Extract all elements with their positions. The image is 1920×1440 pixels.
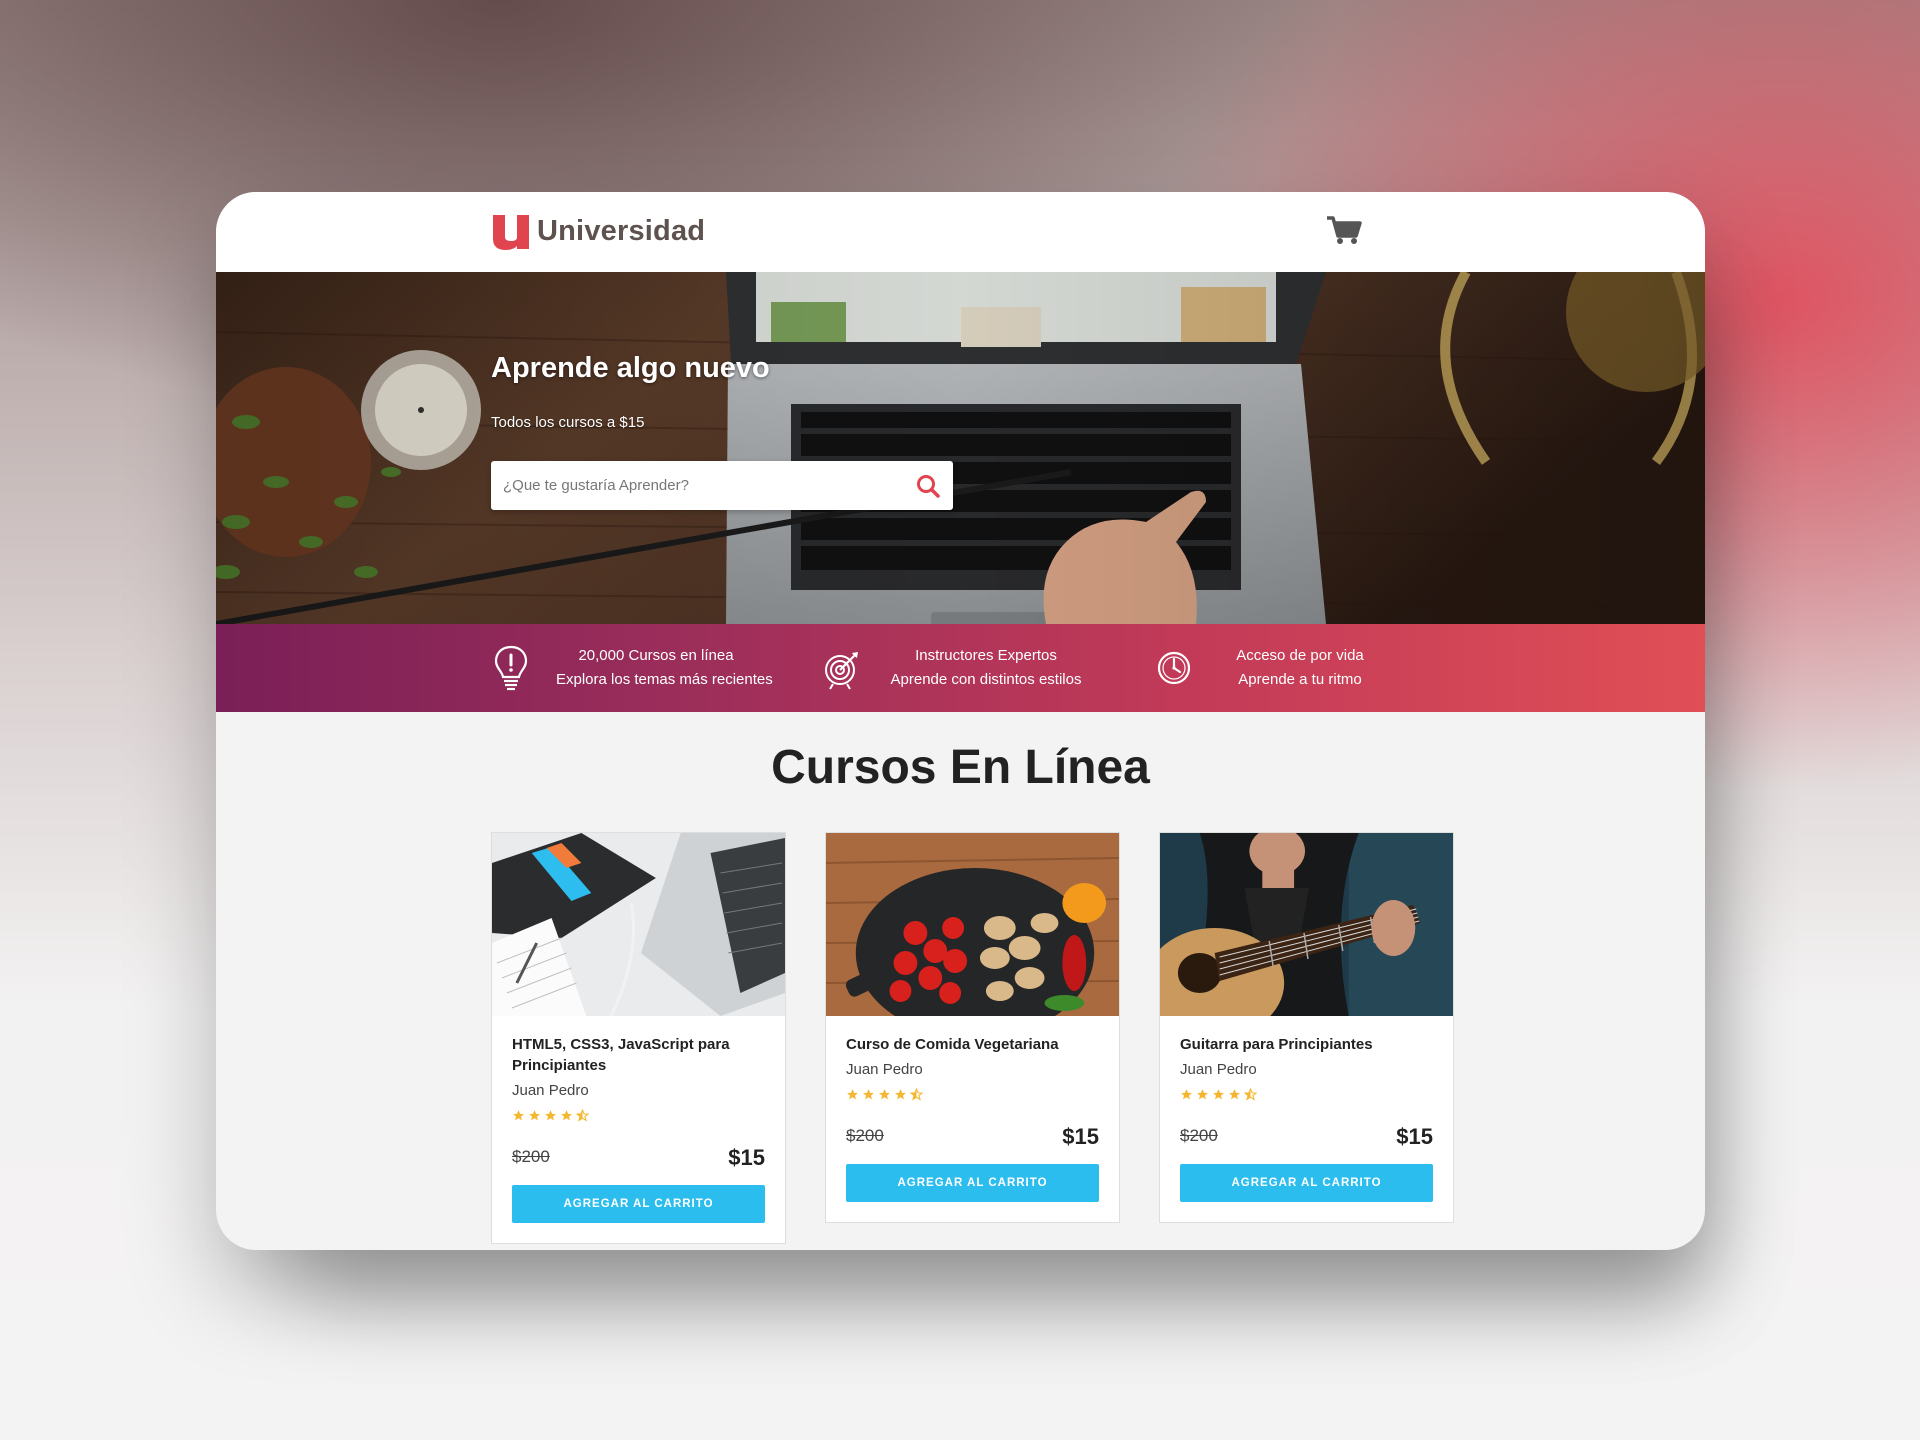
lightbulb-icon	[494, 645, 528, 691]
cart-icon	[1327, 216, 1362, 244]
course-title[interactable]: Curso de Comida Vegetariana	[846, 1034, 1099, 1055]
price: $15	[1062, 1124, 1099, 1149]
site-header: Universidad	[216, 192, 1705, 272]
old-price: $200	[846, 1126, 884, 1145]
search-box	[491, 461, 953, 510]
star-icon	[863, 1089, 874, 1100]
course-card[interactable]: Curso de Comida Vegetariana Juan Pedro $…	[825, 832, 1120, 1223]
feature-access-title: Acceso de por vida	[1236, 647, 1364, 664]
courses-section-title: Cursos En Línea	[771, 741, 1150, 794]
star-icon	[1181, 1089, 1192, 1100]
star-icon	[879, 1089, 890, 1100]
course-image-guitar	[1160, 833, 1453, 1016]
add-to-cart-button[interactable]: AGREGAR AL CARRITO	[1180, 1164, 1433, 1202]
add-to-cart-button[interactable]: AGREGAR AL CARRITO	[512, 1185, 765, 1223]
price: $15	[1396, 1124, 1433, 1149]
star-icon	[1229, 1089, 1240, 1100]
star-icon	[545, 1110, 556, 1121]
feature-instructors-subtitle: Aprende con distintos estilos	[890, 671, 1082, 688]
add-to-cart-button[interactable]: AGREGAR AL CARRITO	[846, 1164, 1099, 1202]
clock-icon	[1157, 651, 1191, 685]
old-price: $200	[1180, 1126, 1218, 1145]
course-title[interactable]: HTML5, CSS3, JavaScript para Principiant…	[512, 1034, 765, 1076]
rating-stars	[1180, 1088, 1433, 1102]
logo[interactable]: Universidad	[491, 210, 705, 252]
course-card[interactable]: Guitarra para Principiantes Juan Pedro $…	[1159, 832, 1454, 1223]
course-title[interactable]: Guitarra para Principiantes	[1180, 1034, 1433, 1055]
old-price: $200	[512, 1147, 550, 1166]
features-bar: 20,000 Cursos en línea Explora los temas…	[216, 624, 1705, 712]
course-author: Juan Pedro	[1180, 1061, 1257, 1078]
star-half-icon	[576, 1109, 589, 1122]
course-image-vegetarian	[826, 833, 1119, 1016]
target-icon	[825, 652, 858, 690]
feature-courses-title: 20,000 Cursos en línea	[578, 647, 734, 664]
browser-frame: Universidad Aprende algo nuevo Todos los…	[216, 192, 1705, 1250]
hero-title: Aprende algo nuevo	[491, 352, 770, 384]
logo-mark-icon	[493, 215, 529, 250]
hero-subtitle: Todos los cursos a $15	[491, 414, 645, 431]
logo-text: Universidad	[537, 214, 706, 247]
star-icon	[895, 1089, 906, 1100]
star-icon	[1213, 1089, 1224, 1100]
rating-stars	[512, 1109, 765, 1123]
star-icon	[847, 1089, 858, 1100]
feature-instructors-title: Instructores Expertos	[915, 647, 1057, 664]
star-icon	[1197, 1089, 1208, 1100]
feature-access-subtitle: Aprende a tu ritmo	[1238, 671, 1362, 688]
star-icon	[561, 1110, 572, 1121]
course-card[interactable]: HTML5, CSS3, JavaScript para Principiant…	[491, 832, 786, 1244]
star-half-icon	[1244, 1088, 1257, 1101]
price: $15	[728, 1145, 765, 1170]
hero-overlay	[216, 272, 1705, 624]
rating-stars	[846, 1088, 1099, 1102]
search-icon[interactable]	[915, 473, 941, 499]
course-author: Juan Pedro	[846, 1061, 923, 1078]
star-half-icon	[910, 1088, 923, 1101]
feature-courses-subtitle: Explora los temas más recientes	[556, 671, 773, 688]
star-icon	[513, 1110, 524, 1121]
star-icon	[529, 1110, 540, 1121]
course-image-web	[492, 833, 785, 1016]
cart-button[interactable]	[1324, 210, 1364, 250]
search-input[interactable]	[503, 461, 903, 510]
hero-banner: Aprende algo nuevo Todos los cursos a $1…	[216, 272, 1705, 624]
course-author: Juan Pedro	[512, 1082, 589, 1099]
